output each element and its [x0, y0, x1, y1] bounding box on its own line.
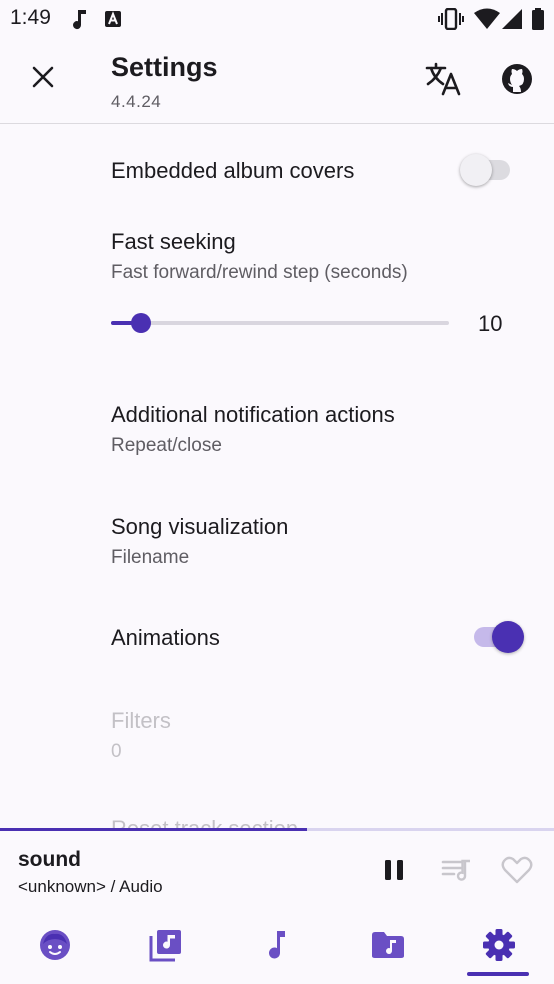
github-button[interactable]: [494, 58, 540, 104]
setting-subtitle: Filename: [111, 547, 190, 568]
close-icon: [31, 65, 55, 94]
page-title: Settings: [111, 52, 218, 82]
album-icon: [149, 928, 183, 967]
setting-title: Filters: [111, 708, 171, 733]
heart-outline-icon: [501, 856, 533, 889]
a-box-icon: [104, 10, 122, 33]
queue-music-icon: [441, 858, 471, 887]
vibrate-icon: [438, 7, 464, 35]
setting-subtitle: Fast forward/rewind step (seconds): [111, 262, 408, 283]
setting-reset-track: Reset track section: [111, 816, 298, 828]
slider-thumb[interactable]: [131, 313, 152, 333]
nav-songs[interactable]: [244, 922, 310, 972]
nav-artists[interactable]: [22, 922, 88, 972]
music-note-icon: [265, 929, 289, 966]
setting-title: Embedded album covers: [111, 158, 355, 183]
animations-switch[interactable]: [470, 619, 524, 655]
status-time: 1:49: [10, 6, 51, 29]
setting-title: Additional notification actions: [111, 402, 395, 427]
bottom-navigation: [0, 910, 554, 984]
gear-icon: [482, 928, 516, 967]
mini-player[interactable]: sound <unknown> / Audio: [0, 828, 554, 910]
setting-title: Song visualization: [111, 514, 289, 539]
nav-folders[interactable]: [355, 922, 421, 972]
music-folder-icon: [371, 931, 405, 964]
music-note-icon: [70, 8, 90, 35]
signal-icon: [502, 8, 522, 35]
playback-progress: [0, 828, 554, 831]
artist-face-icon: [38, 928, 72, 967]
translate-button[interactable]: [420, 58, 466, 104]
setting-title: Animations: [111, 625, 220, 650]
seek-step-value: 10: [478, 311, 503, 336]
close-button[interactable]: [22, 58, 64, 100]
status-bar: 1:49: [0, 0, 554, 36]
app-version: 4.4.24: [111, 92, 162, 111]
setting-title: Fast seeking: [111, 229, 236, 254]
favorite-button[interactable]: [498, 854, 536, 890]
nav-selected-indicator: [467, 972, 529, 976]
nav-settings[interactable]: [466, 922, 532, 972]
pause-icon: [384, 859, 404, 886]
pause-button[interactable]: [376, 854, 412, 890]
translate-icon: [425, 62, 461, 101]
embedded-covers-switch[interactable]: [460, 152, 514, 188]
wifi-icon: [474, 8, 500, 35]
battery-icon: [531, 8, 545, 35]
nav-albums[interactable]: [133, 922, 199, 972]
seek-step-slider[interactable]: [111, 310, 449, 336]
top-app-bar: Settings 4.4.24: [0, 36, 554, 124]
github-icon: [501, 63, 533, 100]
queue-button[interactable]: [438, 854, 474, 890]
screen: 1:49 Settings 4.4.24 Embedded album cove…: [0, 0, 554, 984]
setting-subtitle: 0: [111, 741, 122, 762]
song-title: sound: [18, 848, 81, 871]
song-artist-album: <unknown> / Audio: [18, 877, 163, 896]
setting-subtitle: Repeat/close: [111, 435, 222, 456]
